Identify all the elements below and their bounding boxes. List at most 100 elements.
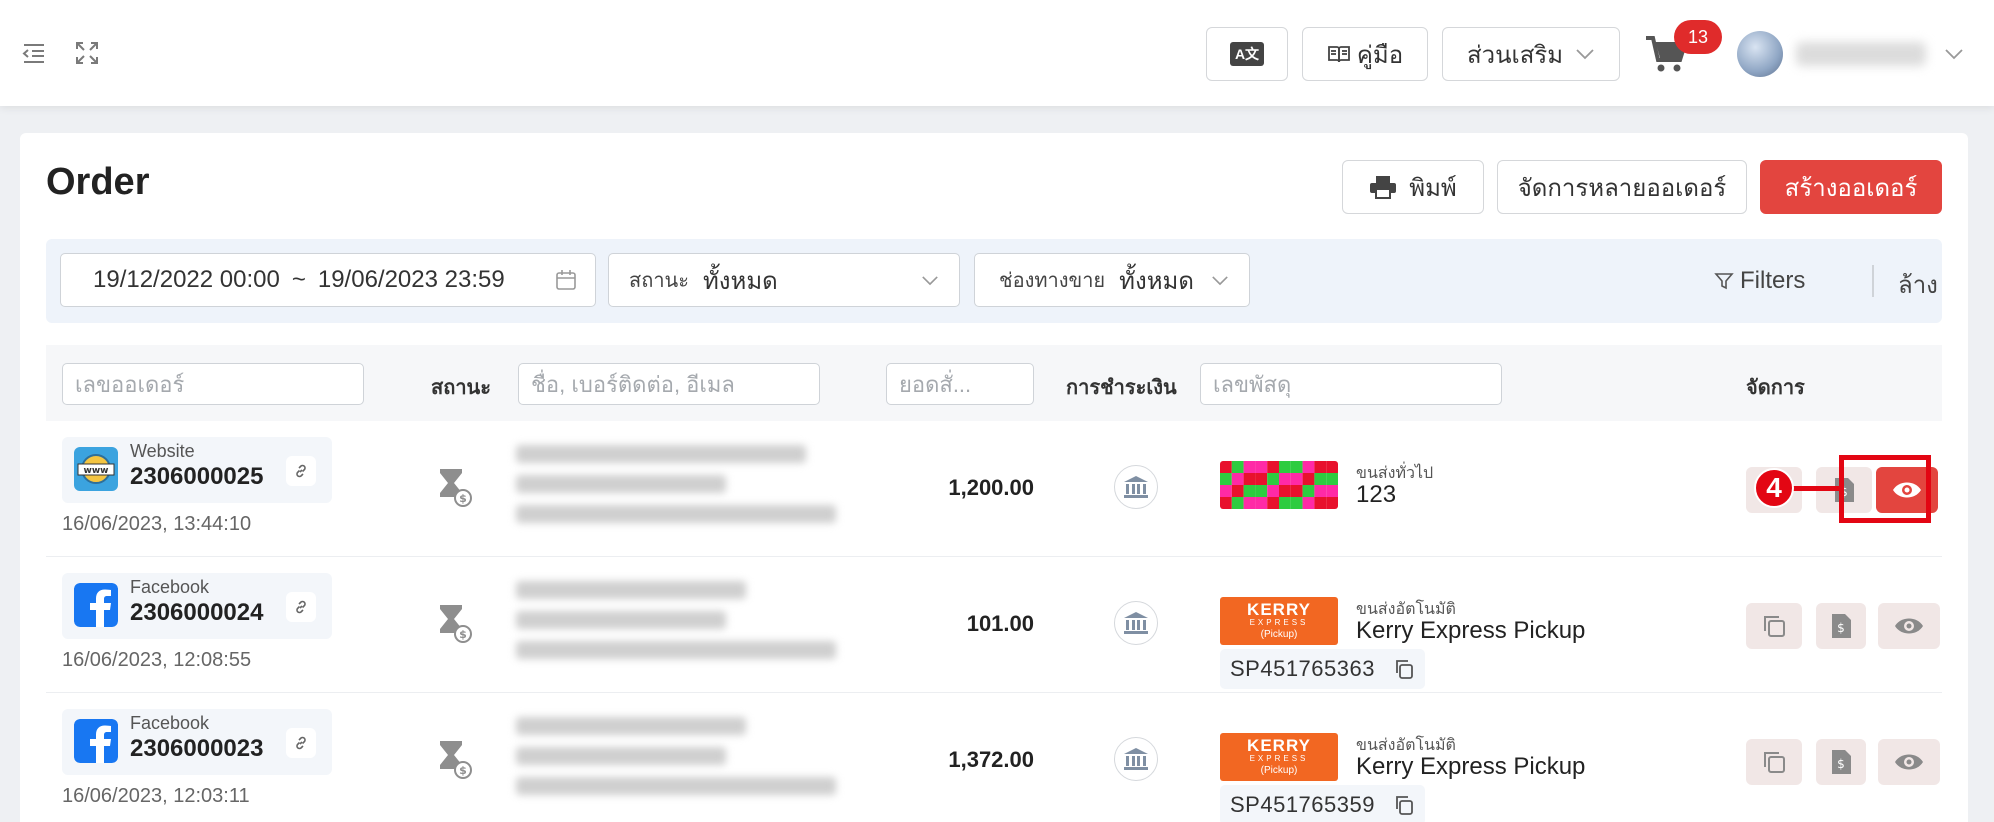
order-amount: 1,372.00 <box>948 747 1034 772</box>
chevron-down-icon <box>1576 49 1594 60</box>
invoice-button[interactable]: $ <box>1816 739 1866 785</box>
invoice-button[interactable]: $ <box>1816 603 1866 649</box>
customer-search[interactable]: ชื่อ, เบอร์ติดต่อ, อีเมล <box>518 363 820 405</box>
table-header: เลขออเดอร์ สถานะ ชื่อ, เบอร์ติดต่อ, อีเม… <box>46 345 1942 421</box>
view-order-button[interactable] <box>1878 603 1940 649</box>
bulk-manage-label: จัดการหลายออเดอร์ <box>1517 174 1727 202</box>
channel-box: Facebook 2306000024 <box>62 573 332 639</box>
filters-button[interactable]: Filters <box>1714 263 1805 299</box>
svg-text:$: $ <box>459 764 467 777</box>
pending-payment-icon: $ <box>440 741 472 779</box>
order-number[interactable]: 2306000024 <box>130 599 263 627</box>
date-separator: ~ <box>291 266 306 293</box>
table-row[interactable]: www Website 2306000025 16/06/2023, 13:44… <box>46 421 1942 557</box>
facebook-icon <box>74 719 118 763</box>
invoice-icon: $ <box>1832 614 1851 638</box>
svg-text:$: $ <box>1837 757 1845 771</box>
funnel-icon <box>1714 273 1734 290</box>
channel-name: Facebook <box>130 577 210 597</box>
amount-search[interactable]: ยอดสั่... <box>886 363 1034 405</box>
user-name-blurred <box>1796 42 1926 66</box>
annotation-step-number: 4 <box>1754 468 1794 508</box>
svg-text:www: www <box>84 466 109 476</box>
kerry-logo-pickup: (Pickup) <box>1260 629 1298 640</box>
link-icon[interactable] <box>286 456 316 486</box>
duplicate-button[interactable] <box>1746 603 1802 649</box>
annotation-highlight-box <box>1839 455 1931 523</box>
calendar-icon <box>556 270 576 290</box>
kerry-logo-subtext: EXPRESS <box>1249 754 1309 763</box>
date-range-picker[interactable]: 19/12/2022 00:00 ~ 19/06/2023 23:59 <box>60 253 596 307</box>
svg-text:$: $ <box>1837 621 1845 635</box>
shipping-logo-image <box>1220 461 1338 509</box>
bulk-manage-button[interactable]: จัดการหลายออเดอร์ <box>1497 160 1747 214</box>
channel-name: Website <box>130 441 195 461</box>
addons-dropdown[interactable]: ส่วนเสริม <box>1442 27 1620 81</box>
channel-filter-value: ทั้งหมด <box>1119 267 1194 295</box>
avatar[interactable] <box>1737 31 1783 77</box>
status-filter-select[interactable]: สถานะ ทั้งหมด <box>608 253 960 307</box>
tracking-number: SP451765363 <box>1230 656 1375 681</box>
divider <box>1872 265 1874 297</box>
kerry-logo-subtext: EXPRESS <box>1249 618 1309 627</box>
create-order-button[interactable]: สร้างออเดอร์ <box>1760 160 1942 214</box>
translate-button[interactable]: A文 <box>1206 27 1288 81</box>
pending-payment-icon: $ <box>440 605 472 643</box>
payment-column-header: การชำระเงิน <box>1066 377 1177 399</box>
manage-column-header: จัดการ <box>1746 377 1805 399</box>
copy-tracking-icon[interactable] <box>1393 658 1415 680</box>
translate-icon: A文 <box>1229 42 1265 66</box>
book-icon <box>1327 46 1350 63</box>
order-panel: Order พิมพ์ จัดการหลายออเดอร์ สร้างออเดอ… <box>20 133 1968 822</box>
channel-box: Facebook 2306000023 <box>62 709 332 775</box>
table-row[interactable]: Facebook 2306000023 16/06/2023, 12:03:11… <box>46 693 1942 822</box>
svg-text:$: $ <box>459 492 467 505</box>
kerry-logo-text: KERRY <box>1247 736 1311 755</box>
page-title: Order <box>46 161 150 203</box>
order-number-search[interactable]: เลขออเดอร์ <box>62 363 364 405</box>
tracking-box: SP451765359 <box>1220 785 1425 822</box>
order-amount: 1,200.00 <box>948 475 1034 500</box>
fullscreen-icon[interactable] <box>74 40 100 66</box>
date-from: 19/12/2022 00:00 <box>93 266 280 293</box>
user-menu-chevron-icon[interactable] <box>1944 48 1964 60</box>
eye-icon <box>1895 618 1923 634</box>
bank-icon <box>1114 465 1158 509</box>
addons-label: ส่วนเสริม <box>1466 41 1564 69</box>
tracking-search[interactable]: เลขพัสดุ <box>1200 363 1502 405</box>
website-icon: www <box>74 447 118 491</box>
chevron-down-icon <box>922 275 938 285</box>
filter-bar: 19/12/2022 00:00 ~ 19/06/2023 23:59 สถาน… <box>46 239 1942 323</box>
chevron-down-icon <box>1212 275 1228 285</box>
annotation-connector <box>1792 486 1840 491</box>
shipping-name: Kerry Express Pickup <box>1356 617 1586 644</box>
copy-icon <box>1764 616 1785 637</box>
customer-info-blurred <box>516 581 836 671</box>
top-bar: A文 คู่มือ ส่วนเสริม 13 <box>0 0 1994 106</box>
bank-icon <box>1114 601 1158 645</box>
clear-button[interactable]: ล้าง <box>1898 265 1938 304</box>
facebook-icon <box>74 583 118 627</box>
collapse-menu-icon[interactable] <box>20 40 46 66</box>
duplicate-button[interactable] <box>1746 739 1802 785</box>
kerry-express-logo: KERRY EXPRESS (Pickup) <box>1220 733 1338 781</box>
order-number[interactable]: 2306000023 <box>130 735 263 763</box>
tracking-number: SP451765359 <box>1230 792 1375 817</box>
customer-info-blurred <box>516 717 836 807</box>
link-icon[interactable] <box>286 728 316 758</box>
invoice-icon: $ <box>1832 750 1851 774</box>
order-datetime: 16/06/2023, 12:03:11 <box>62 785 250 807</box>
copy-tracking-icon[interactable] <box>1393 794 1415 816</box>
cart-count-badge: 13 <box>1674 20 1722 54</box>
view-order-button[interactable] <box>1878 739 1940 785</box>
channel-filter-select[interactable]: ช่องทางขาย ทั้งหมด <box>974 253 1250 307</box>
channel-filter-label: ช่องทางขาย <box>999 270 1106 292</box>
order-datetime: 16/06/2023, 12:08:55 <box>62 649 252 671</box>
print-button[interactable]: พิมพ์ <box>1342 160 1484 214</box>
pending-payment-icon: $ <box>440 469 472 507</box>
table-row[interactable]: Facebook 2306000024 16/06/2023, 12:08:55… <box>46 557 1942 693</box>
order-number[interactable]: 2306000025 <box>130 463 263 491</box>
link-icon[interactable] <box>286 592 316 622</box>
manual-button[interactable]: คู่มือ <box>1302 27 1428 81</box>
kerry-express-logo: KERRY EXPRESS (Pickup) <box>1220 597 1338 645</box>
